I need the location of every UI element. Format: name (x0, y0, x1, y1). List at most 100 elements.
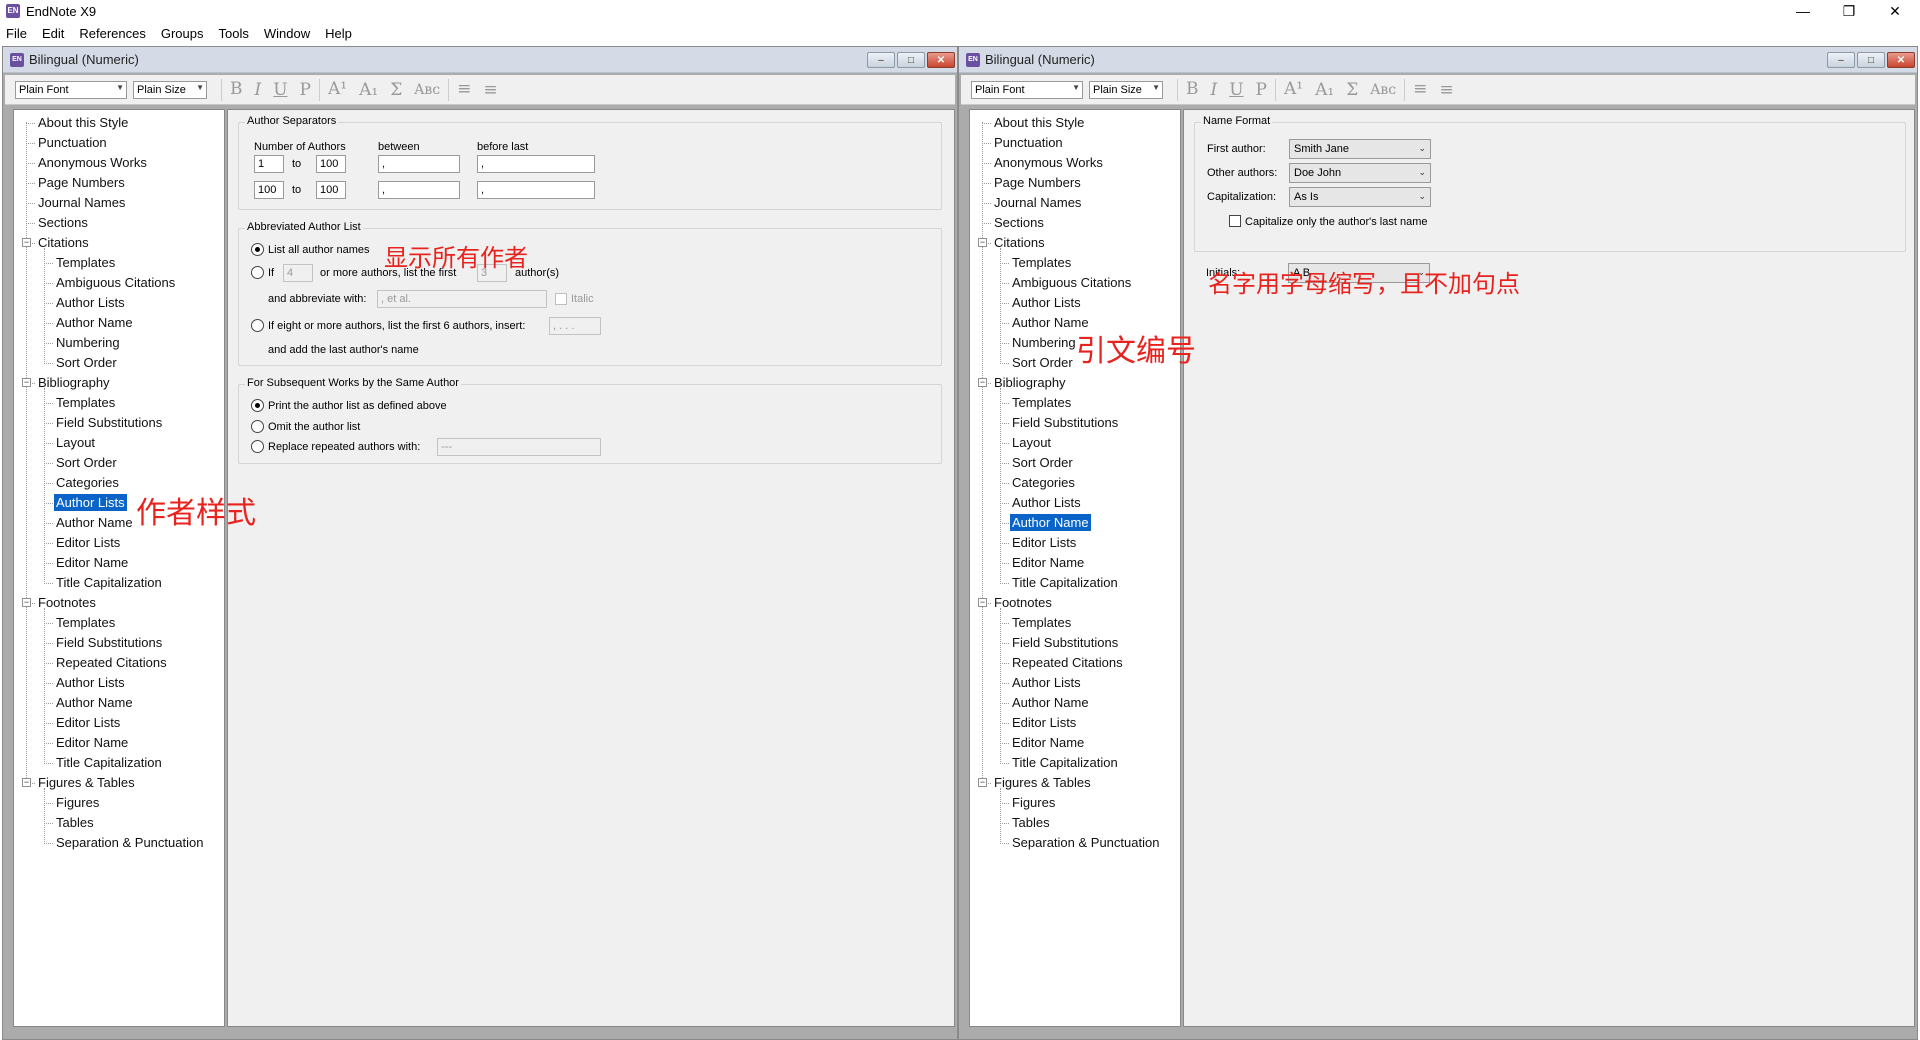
bold-button[interactable]: B (1177, 78, 1199, 101)
tree-item-title-capitalization[interactable]: Title Capitalization (54, 574, 164, 591)
menu-help[interactable]: Help (325, 26, 352, 41)
collapse-icon[interactable]: − (978, 238, 987, 247)
tree-item-field-substitutions[interactable]: Field Substitutions (1010, 414, 1120, 431)
subscript-button[interactable]: A₁ (359, 80, 378, 100)
capitalization-select[interactable]: As Is ⌄ (1289, 187, 1431, 207)
tree-item-author-lists[interactable]: Author Lists (54, 294, 127, 311)
first-author-select[interactable]: Smith Jane ⌄ (1289, 139, 1431, 159)
tree-item-repeated-citations[interactable]: Repeated Citations (54, 654, 169, 671)
tree-item-about-this-style[interactable]: About this Style (36, 114, 130, 131)
tree-item-footnotes[interactable]: Footnotes (36, 594, 98, 611)
tree-item-page-numbers[interactable]: Page Numbers (992, 174, 1083, 191)
justify-button[interactable]: ≡ (1439, 80, 1453, 100)
close-icon[interactable]: ✕ (1872, 0, 1918, 22)
tree-item-categories[interactable]: Categories (54, 474, 121, 491)
tree-item-numbering[interactable]: Numbering (1010, 334, 1078, 351)
eight-insert-input[interactable]: , . . . (549, 317, 601, 335)
italic-button[interactable]: I (1211, 80, 1218, 100)
if-author-count-input[interactable]: 4 (283, 264, 313, 282)
tree-item-editor-lists[interactable]: Editor Lists (54, 714, 122, 731)
tree-item-figures[interactable]: Figures (54, 794, 101, 811)
menu-window[interactable]: Window (264, 26, 310, 41)
underline-button[interactable]: U (1229, 80, 1243, 100)
abbreviate-if-radio[interactable] (251, 266, 264, 279)
tree-item-field-substitutions[interactable]: Field Substitutions (54, 414, 164, 431)
between-separator-input[interactable]: , (378, 181, 460, 199)
tree-item-bibliography[interactable]: Bibliography (992, 374, 1068, 391)
tree-item-tables[interactable]: Tables (1010, 814, 1052, 831)
list-all-authors-radio[interactable] (251, 243, 264, 256)
tree-item-layout[interactable]: Layout (54, 434, 97, 451)
replace-authors-input[interactable]: --- (437, 438, 601, 456)
superscript-button[interactable]: A¹ (1275, 78, 1303, 101)
tree-item-templates[interactable]: Templates (1010, 254, 1073, 271)
tree-item-editor-lists[interactable]: Editor Lists (1010, 534, 1078, 551)
tree-item-sections[interactable]: Sections (36, 214, 90, 231)
tree-item-citations[interactable]: Citations (992, 234, 1047, 251)
tree-item-templates[interactable]: Templates (1010, 614, 1073, 631)
tree-item-templates[interactable]: Templates (54, 254, 117, 271)
font-select[interactable]: Plain Font ▼ (971, 80, 1083, 99)
tree-item-author-lists[interactable]: Author Lists (1010, 494, 1083, 511)
collapse-icon[interactable]: − (978, 778, 987, 787)
minimize-icon[interactable]: — (1780, 0, 1826, 22)
tree-item-title-capitalization[interactable]: Title Capitalization (1010, 574, 1120, 591)
align-left-button[interactable]: ≡ (1404, 78, 1427, 101)
author-count-from-input[interactable]: 100 (254, 181, 284, 199)
menu-file[interactable]: File (6, 26, 27, 41)
before-last-separator-input[interactable]: , (477, 181, 595, 199)
other-authors-select[interactable]: Doe John ⌄ (1289, 163, 1431, 183)
menu-edit[interactable]: Edit (42, 26, 64, 41)
tree-item-editor-lists[interactable]: Editor Lists (1010, 714, 1078, 731)
tree-item-templates[interactable]: Templates (54, 614, 117, 631)
omit-author-list-radio[interactable] (251, 420, 264, 433)
tree-item-title-capitalization[interactable]: Title Capitalization (1010, 754, 1120, 771)
tree-item-field-substitutions[interactable]: Field Substitutions (54, 634, 164, 651)
smallcaps-button[interactable]: Aʙᴄ (1370, 82, 1396, 98)
tree-item-sections[interactable]: Sections (992, 214, 1046, 231)
tree-item-anonymous-works[interactable]: Anonymous Works (36, 154, 149, 171)
tree-item-bibliography[interactable]: Bibliography (36, 374, 112, 391)
tree-item-separation-punctuation[interactable]: Separation & Punctuation (1010, 834, 1161, 851)
menu-references[interactable]: References (79, 26, 145, 41)
tree-item-sort-order[interactable]: Sort Order (54, 454, 119, 471)
font-select[interactable]: Plain Font ▼ (15, 80, 127, 99)
bold-button[interactable]: B (221, 78, 243, 101)
tree-item-figures[interactable]: Figures (1010, 794, 1057, 811)
tree-item-citations[interactable]: Citations (36, 234, 91, 251)
subscript-button[interactable]: A₁ (1315, 80, 1334, 100)
collapse-icon[interactable]: − (978, 378, 987, 387)
plain-button[interactable]: P (1256, 80, 1267, 100)
tree-item-footnotes[interactable]: Footnotes (992, 594, 1054, 611)
close-icon[interactable]: ✕ (927, 52, 955, 68)
maximize-icon[interactable]: □ (1857, 52, 1885, 68)
tree-item-figures-tables[interactable]: Figures & Tables (36, 774, 137, 791)
menu-tools[interactable]: Tools (218, 26, 248, 41)
align-left-button[interactable]: ≡ (448, 78, 471, 101)
print-author-list-radio[interactable] (251, 399, 264, 412)
tree-item-templates[interactable]: Templates (54, 394, 117, 411)
author-count-to-input[interactable]: 100 (316, 181, 346, 199)
collapse-icon[interactable]: − (22, 778, 31, 787)
tree-item-sort-order[interactable]: Sort Order (54, 354, 119, 371)
tree-item-anonymous-works[interactable]: Anonymous Works (992, 154, 1105, 171)
italic-button[interactable]: I (255, 80, 262, 100)
tree-item-editor-name[interactable]: Editor Name (54, 554, 130, 571)
tree-item-repeated-citations[interactable]: Repeated Citations (1010, 654, 1125, 671)
italic-checkbox[interactable] (555, 293, 567, 305)
symbol-button[interactable]: Σ (390, 80, 402, 100)
abbreviate-with-input[interactable]: , et al. (377, 290, 547, 308)
justify-button[interactable]: ≡ (483, 80, 497, 100)
tree-item-editor-lists[interactable]: Editor Lists (54, 534, 122, 551)
tree-item-page-numbers[interactable]: Page Numbers (36, 174, 127, 191)
before-last-separator-input[interactable]: , (477, 155, 595, 173)
size-select[interactable]: Plain Size ▼ (133, 80, 207, 99)
eight-or-more-radio[interactable] (251, 319, 264, 332)
between-separator-input[interactable]: , (378, 155, 460, 173)
tree-item-author-name[interactable]: Author Name (1010, 694, 1091, 711)
tree-item-categories[interactable]: Categories (1010, 474, 1077, 491)
menu-groups[interactable]: Groups (161, 26, 204, 41)
tree-item-author-name[interactable]: Author Name (1010, 514, 1091, 531)
tree-item-numbering[interactable]: Numbering (54, 334, 122, 351)
tree-item-author-lists[interactable]: Author Lists (54, 674, 127, 691)
